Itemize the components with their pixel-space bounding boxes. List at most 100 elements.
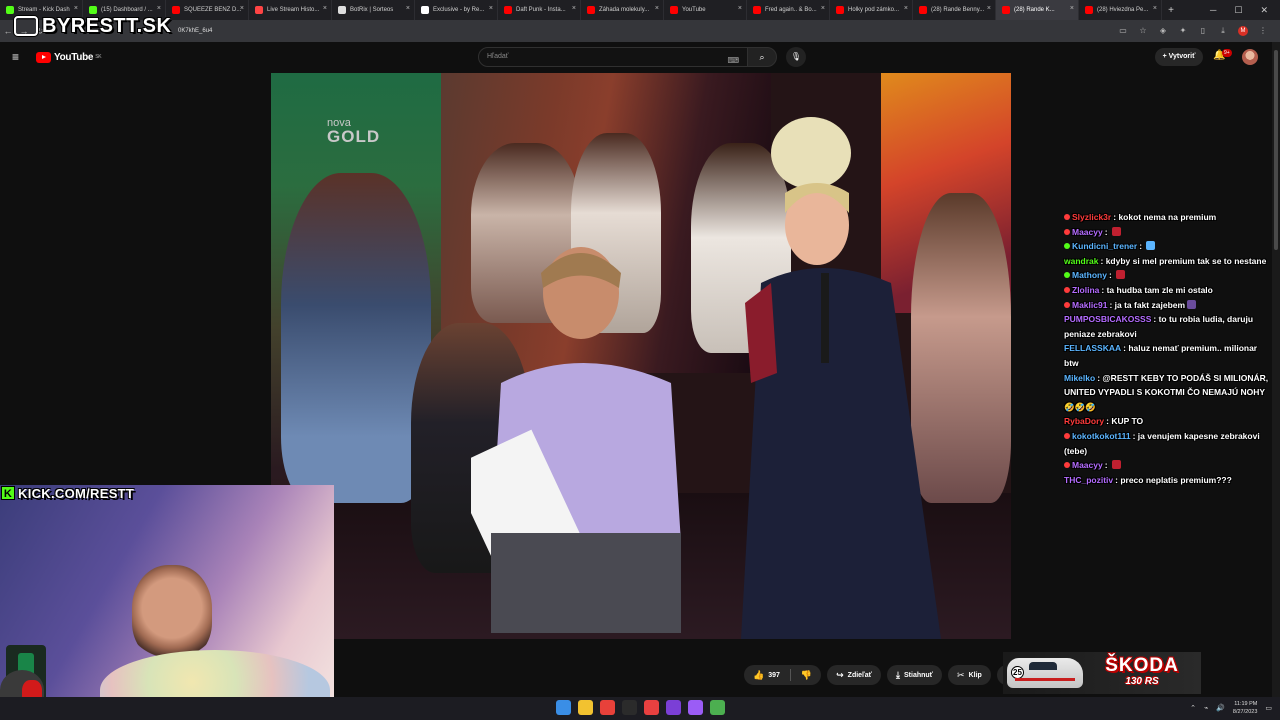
sponsor-text: ŠKODA 130 RS	[1083, 656, 1201, 688]
taskbar-app-icon[interactable]	[710, 700, 725, 715]
tab-close-icon[interactable]: ×	[1153, 5, 1157, 12]
chat-badge-icon	[1064, 214, 1070, 220]
like-count[interactable]: 397	[768, 672, 780, 679]
chat-emote-icon	[1111, 226, 1121, 236]
volume-icon[interactable]: 🔊	[1216, 704, 1225, 712]
browser-tab[interactable]: Záhada molekuly... ×	[581, 0, 664, 20]
chat-emote-icon	[1111, 460, 1121, 470]
tab-close-icon[interactable]: ×	[323, 5, 327, 12]
tv-icon	[14, 16, 38, 36]
tab-close-icon[interactable]: ×	[157, 5, 161, 12]
chat-username: THC_pozitiv	[1064, 474, 1114, 485]
url-text[interactable]: 0K7khE_6u4	[178, 28, 212, 34]
tab-favicon-icon	[255, 6, 263, 14]
tab-label: Fred again.. & Bo...	[765, 7, 817, 13]
share-label: Zdieľať	[847, 671, 873, 679]
youtube-logo[interactable]: YouTube SK	[36, 51, 102, 63]
chat-text: KUP TO	[1111, 416, 1144, 427]
sidebar-icon[interactable]: ▯	[1198, 26, 1208, 36]
taskbar-app-icon[interactable]	[600, 700, 615, 715]
scrollbar-thumb[interactable]	[1274, 50, 1278, 250]
tab-close-icon[interactable]: ×	[74, 5, 78, 12]
tab-favicon-icon	[587, 6, 595, 14]
chat-username: PUMPOSBICAKOSSS	[1064, 314, 1152, 325]
like-dislike-group: 👍 397 👎	[744, 665, 822, 685]
page-scrollbar[interactable]	[1272, 42, 1280, 697]
chat-text: preco neplatis premium???	[1120, 474, 1232, 485]
share-button[interactable]: ↪ Zdieľať	[827, 665, 882, 685]
brand-text: BYRESTT.SK	[42, 14, 172, 37]
browser-tab[interactable]: Exclusive - by Re... ×	[415, 0, 498, 20]
thumbs-up-icon[interactable]: 👍	[753, 670, 764, 681]
cast-icon[interactable]: ▭	[1118, 26, 1128, 36]
chat-message: PUMPOSBICAKOSSS: to tu robia ludia, daru…	[1064, 312, 1274, 341]
hamburger-menu-icon[interactable]: ≡	[12, 50, 26, 64]
tab-close-icon[interactable]: ×	[406, 5, 410, 12]
extension-icon[interactable]: ◈	[1158, 26, 1168, 36]
notification-center-icon[interactable]: ▭	[1265, 704, 1272, 712]
browser-tab[interactable]: (28) Hviezdna Pe... ×	[1079, 0, 1162, 20]
browser-tab[interactable]: Fred again.. & Bo... ×	[747, 0, 830, 20]
tab-close-icon[interactable]: ×	[655, 5, 659, 12]
chat-message: Maacyy:	[1064, 458, 1274, 473]
minimize-icon[interactable]: ─	[1210, 5, 1216, 16]
close-window-icon[interactable]: ✕	[1260, 5, 1268, 16]
tab-close-icon[interactable]: ×	[489, 5, 493, 12]
chat-text: ta hudba tam zle mi ostalo	[1106, 284, 1213, 295]
tab-close-icon[interactable]: ×	[904, 5, 908, 12]
thumbs-down-icon[interactable]: 👎	[801, 670, 821, 681]
tab-close-icon[interactable]: ×	[987, 5, 991, 12]
browser-tab[interactable]: Live Stream Histo... ×	[249, 0, 332, 20]
taskbar-clock[interactable]: 11:19 PM 8/27/2023	[1233, 700, 1257, 716]
tab-close-icon[interactable]: ×	[572, 5, 576, 12]
menu-kebab-icon[interactable]: ⋮	[1258, 26, 1268, 36]
video-player[interactable]: nova GOLD	[271, 73, 1011, 639]
browser-tab[interactable]: YouTube ×	[664, 0, 747, 20]
chat-message: THC_pozitiv: preco neplatis premium???	[1064, 473, 1274, 488]
chat-badge-icon	[1064, 432, 1070, 439]
taskbar-app-icon[interactable]	[578, 700, 593, 715]
profile-icon[interactable]: M	[1238, 26, 1248, 36]
tab-close-icon[interactable]: ×	[1070, 5, 1074, 12]
keyboard-icon[interactable]: ⌨	[727, 52, 739, 70]
tab-close-icon[interactable]: ×	[821, 5, 825, 12]
tray-chevron-icon[interactable]: ⌃	[1190, 704, 1196, 712]
taskbar-app-icon[interactable]	[556, 700, 571, 715]
tab-favicon-icon	[421, 6, 429, 14]
chat-message: Mikelko: @RESTT KEBY TO PODÁŠ SI MILIONÁ…	[1064, 371, 1274, 415]
taskbar-app-icon[interactable]	[666, 700, 681, 715]
taskbar-app-icon[interactable]	[644, 700, 659, 715]
tab-close-icon[interactable]: ×	[738, 5, 742, 12]
download-icon[interactable]: ⤓	[1218, 26, 1228, 36]
voice-search-button[interactable]: 🎙	[786, 47, 806, 67]
browser-tab[interactable]: (28) Rande K... ×	[996, 0, 1079, 20]
chat-message: Kundicni_trener:	[1064, 239, 1274, 254]
account-avatar[interactable]	[1242, 49, 1258, 65]
browser-tab[interactable]: Holky pod zámko... ×	[830, 0, 913, 20]
browser-tab[interactable]: Daft Punk - Insta... ×	[498, 0, 581, 20]
browser-tab[interactable]: BotRix | Sorteos ×	[332, 0, 415, 20]
chat-message: Mathony:	[1064, 268, 1274, 283]
network-icon[interactable]: ⌁	[1204, 704, 1208, 712]
share-icon: ↪	[836, 669, 844, 680]
tab-favicon-icon	[172, 6, 180, 14]
chat-message: wandrak: kdyby si mel premium tak se to …	[1064, 254, 1274, 269]
browser-tab-strip: Stream - Kick Dash × (15) Dashboard / ... ×…	[0, 0, 1280, 20]
search-input[interactable]: Hľadať ⌨	[478, 47, 748, 67]
taskbar-app-icon[interactable]	[688, 700, 703, 715]
chat-username: Mikelko	[1064, 372, 1096, 383]
chat-colon: :	[1139, 241, 1145, 252]
tab-close-icon[interactable]: ×	[240, 5, 244, 12]
browser-tab[interactable]: SQUEEZE BENZ D... ×	[166, 0, 249, 20]
bookmark-star-icon[interactable]: ☆	[1138, 26, 1148, 36]
clip-button[interactable]: ✂ Klip	[948, 665, 991, 685]
search-icon: ⌕	[759, 52, 765, 62]
download-button[interactable]: ⤓ Stiahnuť	[887, 665, 943, 685]
new-tab-button[interactable]: +	[1162, 5, 1180, 16]
browser-tab[interactable]: (28) Rande Benny... ×	[913, 0, 996, 20]
puzzle-icon[interactable]: ✦	[1178, 26, 1188, 36]
create-button[interactable]: + Vytvoriť	[1155, 48, 1203, 66]
maximize-icon[interactable]: ☐	[1234, 5, 1242, 16]
taskbar-app-icon[interactable]	[622, 700, 637, 715]
search-button[interactable]: ⌕	[747, 47, 777, 67]
